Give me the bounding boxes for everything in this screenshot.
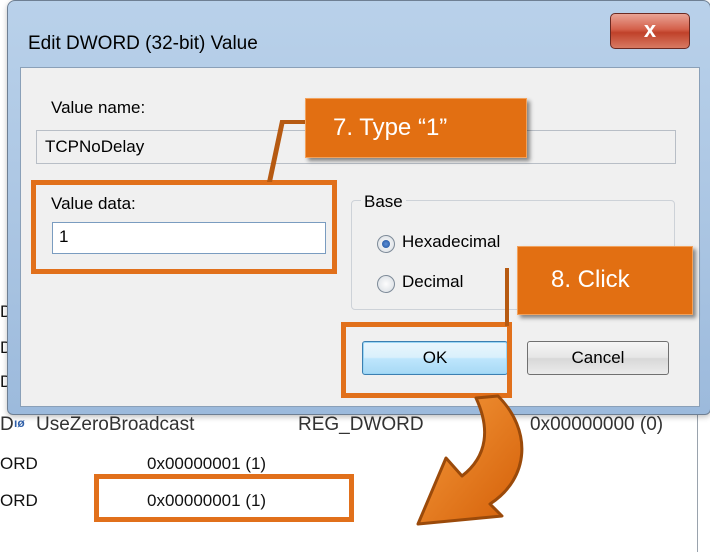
- step8-callout: 8. Click: [517, 246, 693, 315]
- value-data-cell: 0x00000001 (1): [147, 454, 267, 473]
- row-fragment-text: D: [0, 414, 14, 434]
- value-data-highlight: [31, 180, 337, 274]
- value-name-text: TCPNoDelay: [45, 137, 145, 156]
- hexadecimal-radio[interactable]: [377, 235, 395, 253]
- step7-text: 7. Type “1”: [333, 114, 448, 141]
- decimal-label[interactable]: Decimal: [402, 272, 463, 292]
- step7-callout: 7. Type “1”: [305, 98, 527, 158]
- list-border: [697, 410, 698, 552]
- value-name-cell: UseZeroBroadcast: [36, 414, 195, 434]
- ok-button-highlight: [341, 322, 512, 398]
- table-row[interactable]: ORD: [0, 491, 38, 511]
- curved-arrow-icon: [416, 394, 524, 526]
- registry-dword-icon: ıø: [14, 416, 25, 430]
- value-type-cell: ORD: [0, 454, 38, 473]
- decimal-radio[interactable]: [377, 275, 395, 293]
- base-label: Base: [361, 192, 406, 212]
- hexadecimal-label[interactable]: Hexadecimal: [402, 232, 500, 252]
- cancel-button[interactable]: Cancel: [527, 341, 669, 375]
- close-icon: x: [643, 17, 657, 42]
- table-row[interactable]: ORD: [0, 454, 38, 474]
- callout-connector: [281, 120, 305, 124]
- dialog-title: Edit DWORD (32-bit) Value: [28, 33, 258, 54]
- value-name-label: Value name:: [51, 98, 146, 117]
- step8-text: 8. Click: [551, 266, 630, 293]
- callout-connector: [505, 268, 509, 326]
- value-type-cell: ORD: [0, 491, 38, 510]
- result-value-highlight: [94, 474, 354, 522]
- close-button[interactable]: x: [610, 13, 690, 49]
